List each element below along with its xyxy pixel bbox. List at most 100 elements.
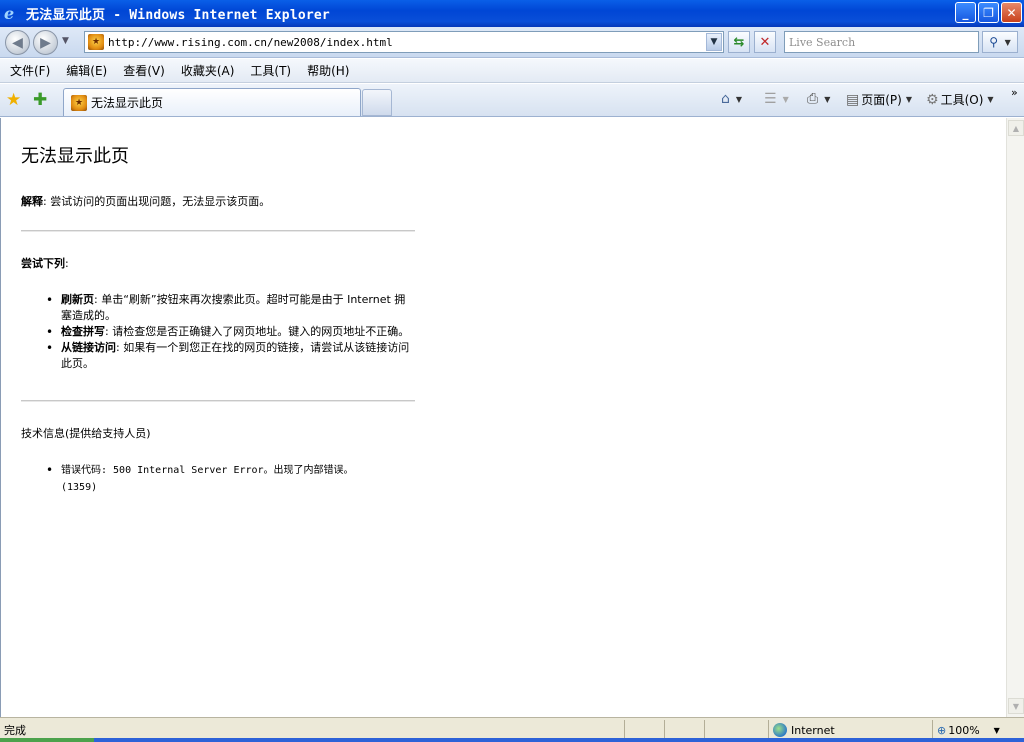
zoom-control[interactable]: ⊕ 100% ▼: [932, 720, 1024, 740]
chevron-down-icon: ▼: [710, 37, 718, 47]
ie-logo-icon: e: [4, 3, 15, 23]
magnifier-icon: ⚲: [989, 35, 999, 49]
print-button[interactable]: ⎙ ▼: [807, 91, 830, 107]
suggestion-from-link: 从链接访问: 如果有一个到您正在找的网页的链接，请尝试从该链接访问此页。: [46, 340, 415, 372]
chevron-up-icon: ▲: [1012, 123, 1020, 133]
error-code-item: 错误代码: 500 Internal Server Error。出现了内部错误。…: [46, 462, 415, 496]
stop-button[interactable]: ✕: [754, 31, 776, 53]
suggestion-refresh: 刷新页: 单击“刷新”按钮来再次搜索此页。超时可能是由于 Internet 拥塞…: [46, 292, 415, 324]
close-button[interactable]: ✕: [1001, 2, 1022, 23]
try-heading: 尝试下列:: [21, 256, 415, 272]
scroll-down-button[interactable]: ▼: [1008, 698, 1024, 714]
menu-tools[interactable]: 工具(T): [244, 62, 297, 79]
menu-file[interactable]: 文件(F): [4, 62, 56, 79]
suggestion-label: 从链接访问: [61, 341, 116, 354]
forward-button[interactable]: ▶: [33, 30, 58, 55]
address-text[interactable]: http://www.rising.com.cn/new2008/index.h…: [108, 36, 393, 49]
page-dropdown-icon[interactable]: ▼: [906, 95, 912, 104]
feeds-button[interactable]: ☰ ▼: [764, 91, 789, 107]
taskbar-edge: [0, 738, 1024, 742]
recent-pages-dropdown[interactable]: ▼: [62, 36, 69, 46]
page-menu-label: 页面(P): [861, 93, 902, 107]
chevron-more-icon[interactable]: »: [1011, 86, 1018, 99]
window-title: 无法显示此页 - Windows Internet Explorer: [26, 8, 330, 23]
home-dropdown-icon[interactable]: ▼: [736, 95, 742, 104]
divider: [21, 230, 415, 232]
suggestion-label: 检查拼写: [61, 325, 105, 338]
rss-feed-icon: ☰: [764, 91, 777, 107]
zoom-dropdown-icon[interactable]: ▼: [994, 726, 1000, 735]
suggestion-list: 刷新页: 单击“刷新”按钮来再次搜索此页。超时可能是由于 Internet 拥塞…: [21, 292, 415, 372]
tools-menu-label: 工具(O): [940, 93, 984, 107]
back-arrow-icon: ◀: [12, 34, 23, 51]
print-dropdown-icon[interactable]: ▼: [824, 95, 830, 104]
title-bar: e 无法显示此页 - Windows Internet Explorer _ ❐…: [0, 0, 1024, 27]
security-zone[interactable]: Internet: [768, 720, 932, 740]
zone-label: Internet: [791, 723, 835, 737]
home-icon: ⌂: [721, 91, 730, 107]
divider: [21, 400, 415, 402]
explanation-label: 解释: [21, 195, 43, 208]
forward-arrow-icon: ▶: [40, 34, 51, 51]
search-input[interactable]: [784, 31, 979, 53]
back-button[interactable]: ◀: [5, 30, 30, 55]
suggestion-text: : 请检查您是否正确键入了网页地址。键入的网页地址不正确。: [105, 325, 410, 338]
scroll-up-button[interactable]: ▲: [1008, 120, 1024, 136]
tech-info-list: 错误代码: 500 Internal Server Error。出现了内部错误。…: [21, 462, 415, 496]
explanation-text: : 尝试访问的页面出现问题，无法显示该页面。: [43, 195, 271, 208]
status-pane: [664, 720, 704, 740]
zoom-level: 100%: [948, 723, 980, 737]
status-pane: [624, 720, 664, 740]
menu-help[interactable]: 帮助(H): [301, 62, 355, 79]
menu-edit[interactable]: 编辑(E): [60, 62, 113, 79]
tab-bar: ★ ✚ ★ 无法显示此页 ⌂ ▼ ☰ ▼ ⎙ ▼ ▤ 页面(P) ▼ ⚙ 工具(O) ▼ »: [0, 84, 1024, 117]
error-page: 无法显示此页 解释: 尝试访问的页面出现问题，无法显示该页面。 尝试下列: 刷新…: [21, 142, 415, 496]
tech-info-heading: 技术信息(提供给支持人员): [21, 427, 151, 440]
gear-icon: ⚙: [926, 91, 939, 108]
printer-icon: ⎙: [807, 91, 819, 107]
stop-icon: ✕: [759, 34, 771, 50]
suggestion-label: 刷新页: [61, 293, 94, 306]
status-text: 完成: [4, 724, 26, 737]
suggestion-check-spelling: 检查拼写: 请检查您是否正确键入了网页地址。键入的网页地址不正确。: [46, 324, 415, 340]
home-button[interactable]: ⌂ ▼: [721, 91, 742, 107]
favorites-center-star-icon[interactable]: ★: [6, 90, 21, 110]
try-suffix: :: [65, 257, 69, 270]
page-menu-button[interactable]: ▤ 页面(P) ▼: [846, 91, 912, 108]
tab-label: 无法显示此页: [91, 96, 164, 110]
page-title: 无法显示此页: [21, 146, 129, 167]
tab-active[interactable]: ★ 无法显示此页: [63, 88, 361, 116]
refresh-button[interactable]: ⇆: [728, 31, 750, 53]
tools-dropdown-icon[interactable]: ▼: [987, 95, 993, 104]
page-icon: ▤: [846, 91, 860, 108]
error-code: (1359): [61, 482, 98, 493]
maximize-button[interactable]: ❐: [978, 2, 999, 23]
tab-favicon-icon: ★: [71, 94, 87, 111]
menu-bar: 文件(F) 编辑(E) 查看(V) 收藏夹(A) 工具(T) 帮助(H): [0, 59, 1024, 83]
try-label: 尝试下列: [21, 257, 65, 270]
add-favorite-star-icon[interactable]: ✚: [33, 90, 47, 110]
feeds-dropdown-icon[interactable]: ▼: [783, 95, 789, 104]
address-dropdown-button[interactable]: ▼: [706, 33, 722, 51]
error-line: 错误代码: 500 Internal Server Error。出现了内部错误。: [61, 465, 354, 476]
tools-menu-button[interactable]: ⚙ 工具(O) ▼: [926, 91, 994, 108]
site-favicon-icon: ★: [88, 34, 104, 50]
zoom-icon: ⊕: [937, 723, 947, 737]
suggestion-text: : 单击“刷新”按钮来再次搜索此页。超时可能是由于 Internet 拥塞造成的…: [61, 293, 406, 322]
menu-view[interactable]: 查看(V): [117, 62, 171, 79]
window-controls: _ ❐ ✕: [955, 2, 1022, 23]
minimize-button[interactable]: _: [955, 2, 976, 23]
refresh-icon: ⇆: [733, 34, 745, 50]
new-tab-button[interactable]: [362, 89, 392, 116]
page-viewport: 无法显示此页 解释: 尝试访问的页面出现问题，无法显示该页面。 尝试下列: 刷新…: [0, 118, 1006, 717]
menu-favorites[interactable]: 收藏夹(A): [175, 62, 241, 79]
address-bar[interactable]: ★ http://www.rising.com.cn/new2008/index…: [84, 31, 724, 53]
status-pane: [704, 720, 768, 740]
explanation-paragraph: 解释: 尝试访问的页面出现问题，无法显示该页面。: [21, 194, 415, 210]
search-button[interactable]: ⚲ ▼: [982, 31, 1018, 53]
vertical-scrollbar[interactable]: ▲ ▼: [1006, 118, 1024, 717]
search-options-dropdown[interactable]: ▼: [1005, 38, 1011, 47]
chevron-down-icon: ▼: [1012, 701, 1020, 711]
globe-icon: [773, 723, 787, 737]
address-row: ◀ ▶ ▼ ★ http://www.rising.com.cn/new2008…: [0, 27, 1024, 58]
